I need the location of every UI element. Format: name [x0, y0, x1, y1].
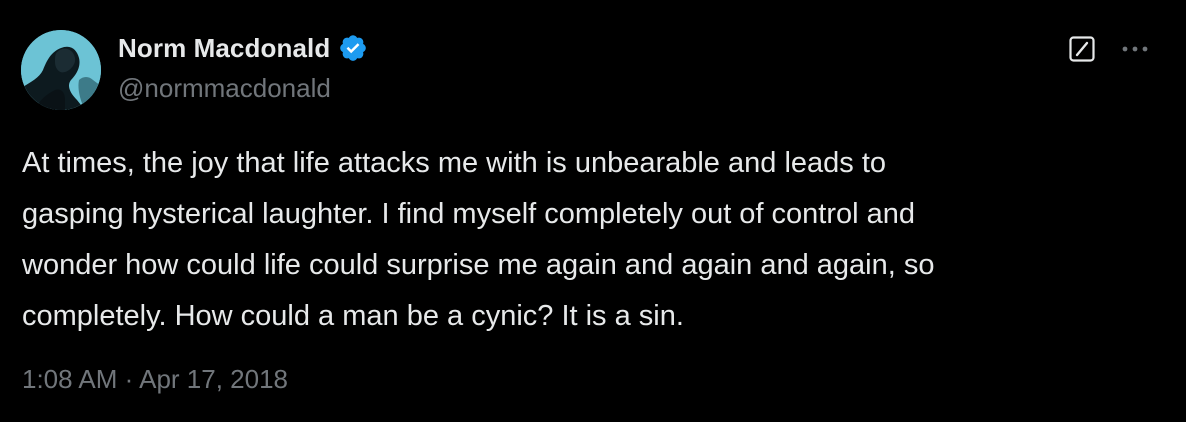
avatar[interactable] [21, 30, 101, 110]
more-options-button[interactable] [1115, 33, 1155, 65]
tweet-card: Norm Macdonald @normmacdonald At times, … [0, 0, 1186, 422]
timestamp-separator: · [124, 364, 134, 394]
grok-button[interactable] [1066, 33, 1098, 65]
author-name-row: Norm Macdonald [118, 33, 368, 63]
tweet-date: Apr 17, 2018 [139, 364, 288, 394]
author-handle[interactable]: @normmacdonald [118, 73, 331, 103]
tweet-time: 1:08 AM [22, 364, 118, 394]
tweet-timestamp: 1:08 AM · Apr 17, 2018 [22, 362, 288, 396]
more-options-icon [1122, 46, 1148, 52]
verified-badge-icon[interactable] [338, 33, 368, 63]
tweet-time-link[interactable]: 1:08 AM · Apr 17, 2018 [22, 364, 288, 394]
tweet-text: At times, the joy that life attacks me w… [22, 147, 935, 332]
avatar-image [21, 30, 101, 110]
grok-icon [1069, 36, 1095, 62]
author-display-name[interactable]: Norm Macdonald [118, 33, 330, 63]
